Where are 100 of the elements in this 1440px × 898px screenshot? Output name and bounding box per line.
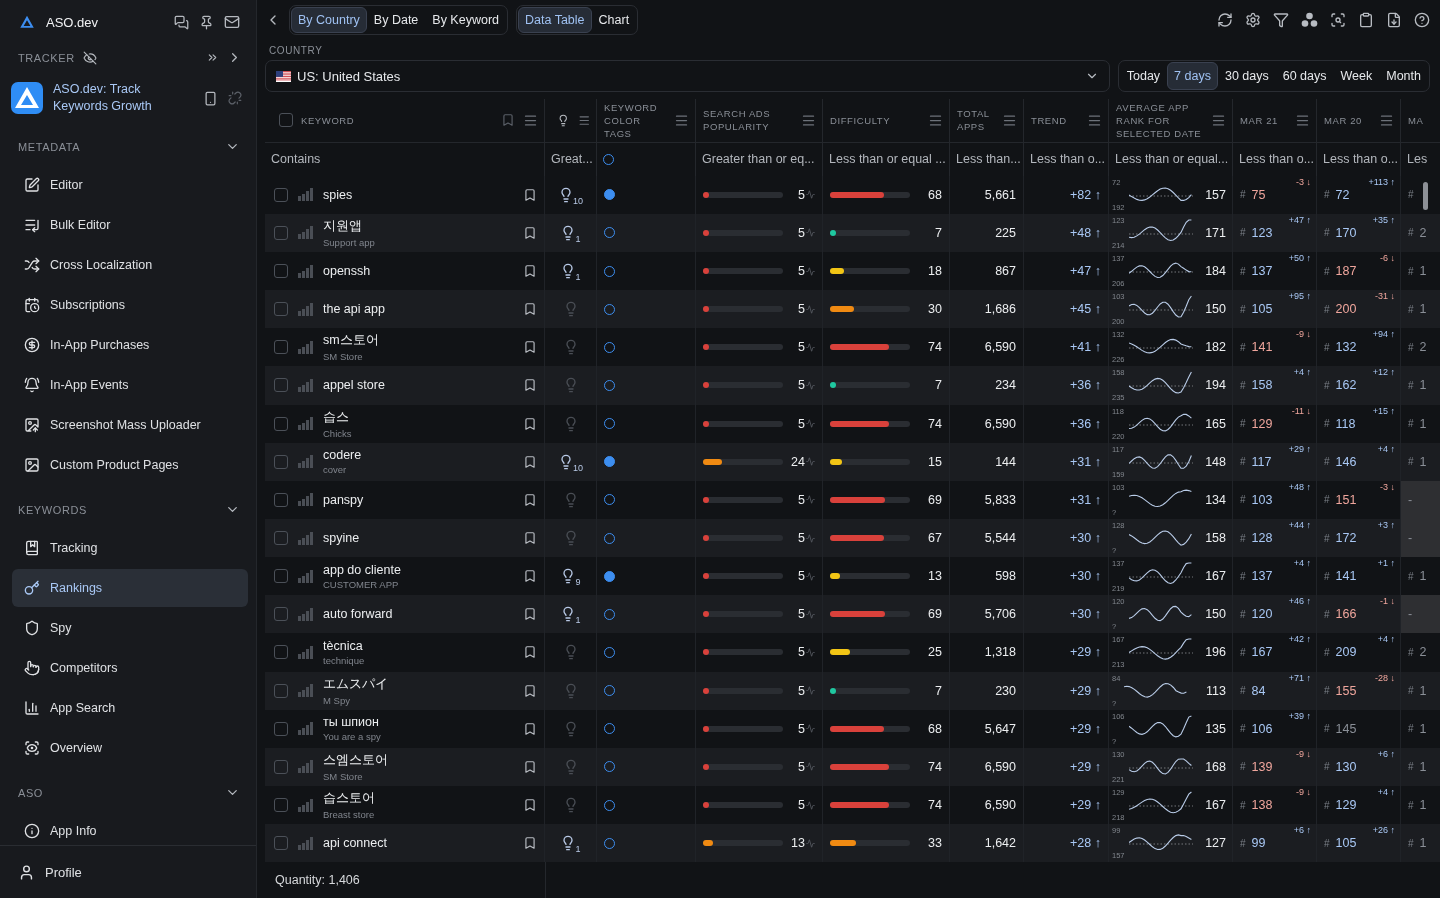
phone-icon[interactable]: [203, 90, 218, 106]
bookmark-icon[interactable]: [523, 187, 537, 202]
pulse-icon[interactable]: [806, 724, 815, 734]
pulse-icon[interactable]: [806, 686, 815, 696]
menu-icon[interactable]: [674, 112, 689, 128]
menu-icon[interactable]: [1087, 112, 1102, 128]
color-tag-dot[interactable]: [604, 189, 615, 201]
pulse-icon[interactable]: [806, 800, 815, 810]
view-tab[interactable]: By Keyword: [425, 7, 506, 33]
dots-icon[interactable]: [1301, 12, 1318, 28]
filter-field[interactable]: Less than o...: [1239, 152, 1315, 167]
filter-field[interactable]: Less than o...: [1030, 152, 1106, 167]
nav-item[interactable]: Editor: [12, 166, 248, 204]
nav-item[interactable]: In-App Events: [12, 366, 248, 404]
eye-off-icon[interactable]: [82, 50, 97, 65]
row-checkbox[interactable]: [274, 378, 288, 393]
lightbulb-icon[interactable]: [557, 112, 570, 128]
period-tab[interactable]: Week: [1333, 62, 1380, 90]
menu-icon[interactable]: [523, 112, 538, 128]
row-checkbox[interactable]: [274, 759, 288, 774]
column-header[interactable]: TOTAL APPS: [957, 107, 994, 134]
menu-icon[interactable]: [1379, 112, 1394, 128]
period-tab[interactable]: Today: [1119, 62, 1168, 90]
select-all-checkbox[interactable]: [279, 113, 293, 128]
color-tag-dot[interactable]: [604, 570, 615, 582]
row-checkbox[interactable]: [274, 416, 288, 431]
filter-field[interactable]: Less than or equal ...: [829, 152, 946, 167]
filter-icon[interactable]: [1273, 12, 1289, 28]
refresh-icon[interactable]: [1217, 12, 1233, 28]
filter-field[interactable]: Les: [1407, 152, 1428, 167]
bookmark-icon[interactable]: [523, 340, 537, 355]
pulse-icon[interactable]: [806, 419, 815, 429]
filter-field[interactable]: Great...: [551, 152, 593, 167]
filter-field[interactable]: Less than or equal...: [1115, 152, 1229, 167]
double-chevron-icon[interactable]: [206, 51, 219, 64]
column-header[interactable]: MAR 21: [1240, 113, 1287, 127]
color-tag-dot[interactable]: [604, 456, 615, 468]
bookmark-icon[interactable]: [523, 416, 537, 431]
nav-item[interactable]: Overview: [12, 729, 248, 767]
row-checkbox[interactable]: [274, 340, 288, 355]
column-header[interactable]: DIFFICULTY: [830, 113, 920, 127]
nav-item[interactable]: Spy: [12, 609, 248, 647]
clipboard-icon[interactable]: [1358, 12, 1374, 28]
row-checkbox[interactable]: [274, 225, 288, 240]
column-header[interactable]: TREND: [1031, 113, 1079, 127]
settings-icon[interactable]: [1245, 12, 1261, 28]
pulse-icon[interactable]: [806, 457, 815, 467]
row-checkbox[interactable]: [274, 836, 288, 851]
row-checkbox[interactable]: [274, 721, 288, 736]
view-tab[interactable]: By Date: [366, 7, 426, 33]
app-name[interactable]: ASO.dev: Track Keywords Growth: [53, 81, 193, 115]
row-checkbox[interactable]: [274, 569, 288, 584]
pulse-icon[interactable]: [806, 838, 815, 848]
bookmark-icon[interactable]: [523, 607, 537, 622]
mode-tab[interactable]: Data Table: [518, 7, 592, 33]
bookmark-icon[interactable]: [523, 798, 537, 812]
nav-item[interactable]: Custom Product Pages: [12, 446, 248, 484]
column-header[interactable]: KEYWORD COLOR TAGS: [604, 100, 666, 140]
bookmark-icon[interactable]: [523, 836, 537, 851]
menu-icon[interactable]: [928, 112, 943, 128]
menu-icon[interactable]: [1211, 112, 1226, 128]
bookmark-icon[interactable]: [523, 302, 537, 317]
bookmark-icon[interactable]: [523, 378, 537, 393]
column-header[interactable]: MA: [1408, 113, 1440, 127]
bookmark-icon[interactable]: [523, 225, 537, 240]
bookmark-icon[interactable]: [523, 683, 537, 698]
file-download-icon[interactable]: [1386, 12, 1402, 28]
bookmark-icon[interactable]: [523, 531, 537, 545]
bookmark-icon[interactable]: [523, 454, 537, 469]
pulse-icon[interactable]: [806, 762, 815, 772]
filter-field[interactable]: Less than...: [956, 152, 1021, 167]
pulse-icon[interactable]: [806, 647, 815, 657]
bookmark-icon[interactable]: [523, 721, 537, 736]
period-tab[interactable]: 7 days: [1167, 62, 1218, 90]
help-icon[interactable]: [1414, 12, 1430, 28]
menu-icon[interactable]: [1295, 112, 1310, 128]
row-checkbox[interactable]: [274, 264, 288, 279]
profile-button[interactable]: Profile: [0, 845, 256, 898]
row-checkbox[interactable]: [274, 454, 288, 469]
pulse-icon[interactable]: [806, 533, 815, 543]
nav-item[interactable]: Cross Localization: [12, 246, 248, 284]
nav-item[interactable]: Bulk Editor: [12, 206, 248, 244]
filter-field[interactable]: Less than o...: [1323, 152, 1399, 167]
mail-icon[interactable]: [224, 14, 240, 30]
country-select[interactable]: US: United States: [265, 60, 1110, 92]
bookmark-icon[interactable]: [523, 264, 537, 279]
unlink-icon[interactable]: [228, 91, 242, 105]
view-tab[interactable]: By Country: [291, 7, 367, 33]
pulse-icon[interactable]: [806, 228, 815, 238]
filter-field[interactable]: Contains: [271, 152, 321, 167]
column-header[interactable]: MAR 20: [1324, 113, 1371, 127]
chat-icon[interactable]: [174, 14, 189, 30]
column-header[interactable]: AVERAGE APP RANK FOR SELECTED DATE: [1116, 100, 1203, 140]
row-checkbox[interactable]: [274, 798, 288, 812]
period-tab[interactable]: 60 days: [1275, 62, 1334, 90]
column-header[interactable]: KEYWORD: [301, 113, 493, 127]
nav-item[interactable]: App Search: [12, 689, 248, 727]
pulse-icon[interactable]: [806, 495, 815, 505]
filter-field[interactable]: Greater than or eq...: [702, 152, 815, 167]
pulse-icon[interactable]: [806, 380, 815, 390]
